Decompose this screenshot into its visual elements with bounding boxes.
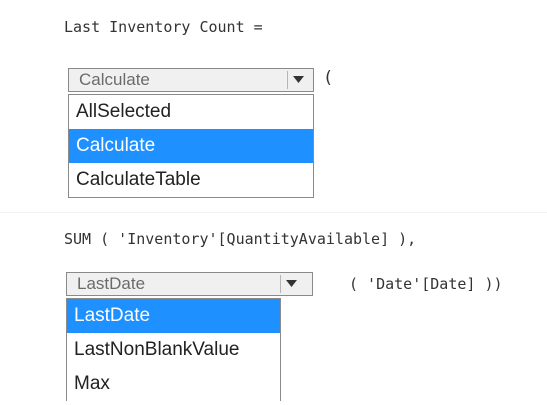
- function-options-list-1: AllSelected Calculate CalculateTable: [68, 94, 314, 198]
- option-calculatetable[interactable]: CalculateTable: [69, 163, 313, 197]
- function-dropdown-2[interactable]: LastDate LastDate LastNonBlankValue Max: [66, 272, 316, 404]
- date-argument-text: ( 'Date'[Date] )): [349, 275, 503, 293]
- code-line-measure-name: Last Inventory Count =: [64, 18, 263, 36]
- option-calculate[interactable]: Calculate: [69, 129, 313, 163]
- chevron-down-icon[interactable]: [287, 71, 309, 89]
- combobox-selected-value: LastDate: [77, 274, 146, 293]
- option-max[interactable]: Max: [67, 367, 280, 401]
- option-allselected[interactable]: AllSelected: [69, 95, 313, 129]
- divider: [0, 212, 547, 213]
- option-lastdate[interactable]: LastDate: [67, 299, 280, 333]
- chevron-down-icon[interactable]: [280, 275, 302, 293]
- function-combobox-2[interactable]: LastDate: [66, 272, 313, 296]
- combobox-selected-value: Calculate: [79, 70, 150, 89]
- code-line-sum: SUM ( 'Inventory'[QuantityAvailable] ),: [64, 230, 417, 248]
- open-paren-text: (: [323, 68, 334, 88]
- function-combobox-1[interactable]: Calculate: [68, 68, 314, 92]
- function-options-list-2: LastDate LastNonBlankValue Max: [66, 298, 281, 401]
- option-lastnonblankvalue[interactable]: LastNonBlankValue: [67, 333, 280, 367]
- function-dropdown-1[interactable]: Calculate AllSelected Calculate Calculat…: [68, 68, 318, 203]
